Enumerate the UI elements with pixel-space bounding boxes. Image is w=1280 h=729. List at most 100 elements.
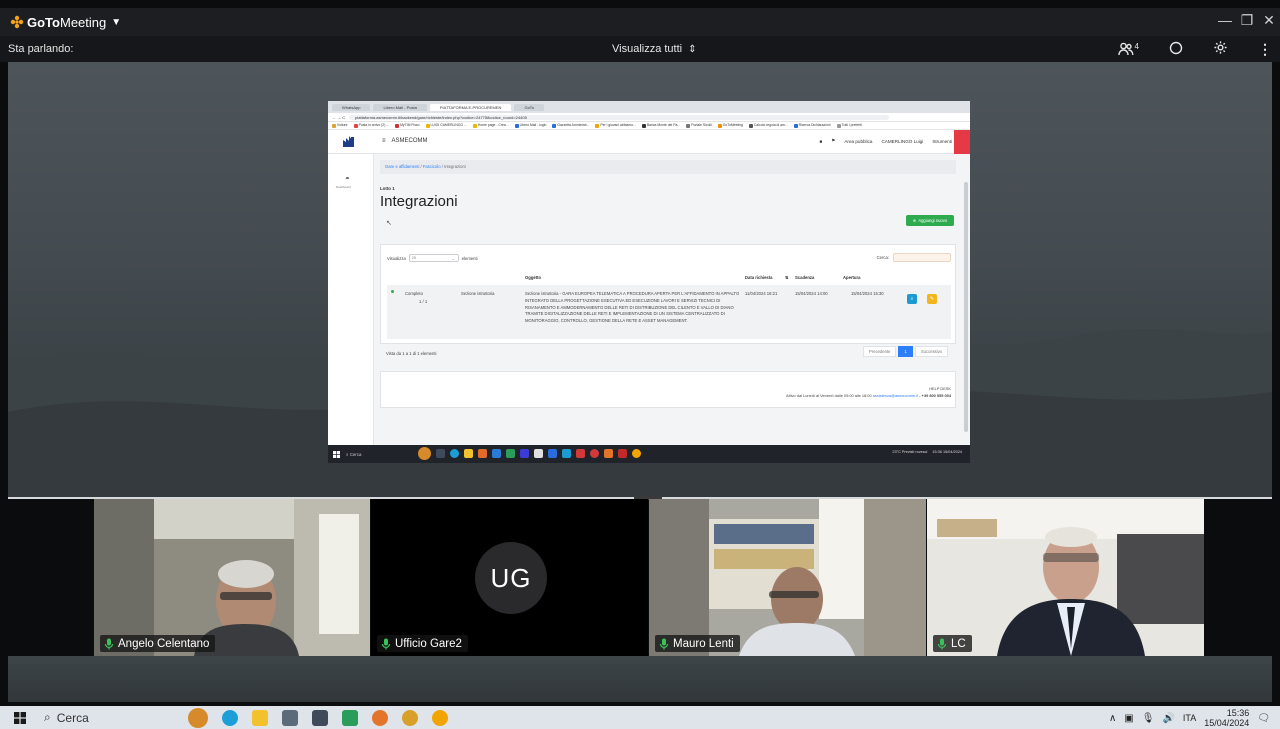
app-icon[interactable] [562,449,571,458]
firefox-icon[interactable] [372,710,388,726]
user-link[interactable]: CAMERLINGO Luigi [881,139,923,144]
video-tile[interactable]: LC [927,499,1204,656]
menu-caret-icon[interactable]: ▼ [111,17,121,28]
chevron-up-icon[interactable]: ∧ [1109,713,1116,724]
hamburger-icon[interactable]: ≡ [382,138,386,144]
app-logo[interactable]: GoTo Meeting ▼ [10,15,121,30]
app-icon[interactable] [520,449,529,458]
site-logo-icon[interactable] [342,134,356,148]
notifications-icon[interactable]: 🗨 [1257,713,1270,724]
app-icon[interactable] [342,710,358,726]
network-icon[interactable]: ▣ [1124,713,1133,724]
bookmark[interactable]: Portale Sicolli [686,123,712,128]
participants-button[interactable]: 4 [1117,42,1139,56]
dashboard-gauge-icon[interactable]: ◓ [345,174,357,183]
app-icon[interactable] [618,449,627,458]
chrome-icon[interactable] [402,710,418,726]
column-header[interactable]: Data richiesta [745,275,772,280]
app-icon[interactable] [590,449,599,458]
remote-search[interactable]: ⌕ Cerca [346,452,361,457]
video-tile[interactable]: Mauro Lenti [649,499,926,656]
helpdesk-title: HELP DESK [929,386,951,391]
windows-taskbar: ⌕ Cerca ∧ ▣ 🎙 🔊 ITA 15:36 15/04/2024 🗨 [0,706,1280,729]
bookmark[interactable]: Gazzetta Amministr... [552,123,589,128]
site-scrollbar[interactable] [964,182,968,432]
bookmark[interactable]: Ricerca Dichiarazioni [793,123,831,128]
app-icon[interactable] [492,449,501,458]
tools-link[interactable]: Strumenti [932,139,952,144]
app-icon[interactable] [478,449,487,458]
app-icon[interactable] [604,449,613,458]
bookmark[interactable]: Calcolo regola di am... [748,123,788,128]
bookmark[interactable]: Tutti i preferiti [836,123,862,128]
restore-icon[interactable]: ❐ [1240,12,1254,29]
language-indicator[interactable]: ITA [1183,713,1196,723]
bookmark[interactable]: Banca Monte dei Pa... [641,123,680,128]
windows-start-icon[interactable] [14,712,26,724]
settings-gear-icon[interactable] [1213,40,1228,58]
video-tile[interactable]: Angelo Celentano [94,499,370,656]
page-1-button[interactable]: 1 [898,346,913,357]
weather-label[interactable]: 23°C Previsti rovesci [892,450,927,454]
more-options-icon[interactable]: ⋮ [1258,41,1272,58]
breadcrumb-link[interactable]: Fascicolo [423,164,441,169]
minimize-icon[interactable]: — [1218,12,1232,29]
folder-icon[interactable] [252,710,268,726]
app-icon[interactable] [534,449,543,458]
edge-icon[interactable] [222,710,238,726]
folder-icon[interactable] [464,449,473,458]
taskbar-search[interactable]: ⌕ Cerca [44,710,89,725]
chat-icon[interactable] [1169,41,1183,58]
site-menu[interactable]: ≡ ASMECOMM [382,138,428,144]
briefcase-icon[interactable]: ■ [819,139,822,144]
browser-tab[interactable]: WhatsApp [332,103,371,111]
browser-tab-active[interactable]: PIATTAFORMA E-PROCUREMEN [429,103,512,111]
browser-url[interactable]: piattaforma.asmecomm.it/backend/gare/ric… [349,114,890,120]
bookmark[interactable]: Volture [332,123,348,128]
helpdesk-email-link[interactable]: assistenza@asmecomm.it [873,393,918,398]
bookmark[interactable]: Libero Mail - login [514,123,546,128]
app-icon[interactable] [312,710,328,726]
view-search-icon[interactable]: ⌕ [907,294,917,304]
column-header[interactable]: Apertura [843,275,860,280]
edit-pencil-icon[interactable]: ✎ [927,294,937,304]
add-new-button[interactable]: ⊕ Aggiungi nuovo [906,215,954,226]
close-icon[interactable]: ✕ [1262,12,1276,29]
flag-icon[interactable]: ⚑ [831,138,835,144]
page-size-select[interactable]: 25 ⌄ [408,254,459,262]
browser-tab[interactable]: Libero Mail - Posta [373,103,427,111]
public-area-link[interactable]: Area pubblica [844,139,872,144]
app-icon[interactable] [506,449,515,458]
bookmark[interactable]: Home page - Crea... [472,123,509,128]
search-input[interactable] [893,253,951,262]
bookmark[interactable]: Per i giovani abbiamo... [595,123,636,128]
bookmark[interactable]: LUIGI CAMERLINGO ... [425,123,467,128]
camera-icon[interactable] [282,710,298,726]
windows-start-icon[interactable] [333,450,340,458]
table-row[interactable]: Completo 1 / 1 Sezione istruttoria Sezio… [387,285,951,339]
edge-icon[interactable] [450,449,459,458]
app-icon[interactable] [188,708,208,728]
goto-app-icon[interactable] [432,710,448,726]
breadcrumb-link[interactable]: Gare e affidamenti [385,164,419,169]
app-icon[interactable] [436,449,445,458]
app-icon[interactable] [632,449,641,458]
bookmark[interactable]: Posta in arrivo (2) ... [353,123,389,128]
app-icon[interactable] [418,447,431,460]
view-all-selector[interactable]: Visualizza tutti ⇕ [612,43,697,55]
column-header[interactable]: Scadenza [795,275,814,280]
prev-page-button[interactable]: Precedente [863,346,897,357]
clock[interactable]: 15:36 15/04/2024 [1204,708,1249,728]
next-page-button[interactable]: Successivo [914,346,948,357]
column-header[interactable]: Oggetto [525,275,541,280]
app-icon[interactable] [548,449,557,458]
logout-power-button[interactable] [954,130,970,154]
sort-arrows-icon[interactable]: ⇅ [785,275,789,280]
browser-tab[interactable]: GoTo [514,103,545,111]
bookmark[interactable]: GoToMeeting [717,123,743,128]
bookmark[interactable]: MyTIM Fisso [395,123,420,128]
nav-arrows-icon[interactable]: ← → C [332,115,345,120]
volume-icon[interactable]: 🔊 [1162,713,1174,724]
app-icon[interactable] [576,449,585,458]
microphone-icon[interactable]: 🎙 [1142,713,1155,724]
